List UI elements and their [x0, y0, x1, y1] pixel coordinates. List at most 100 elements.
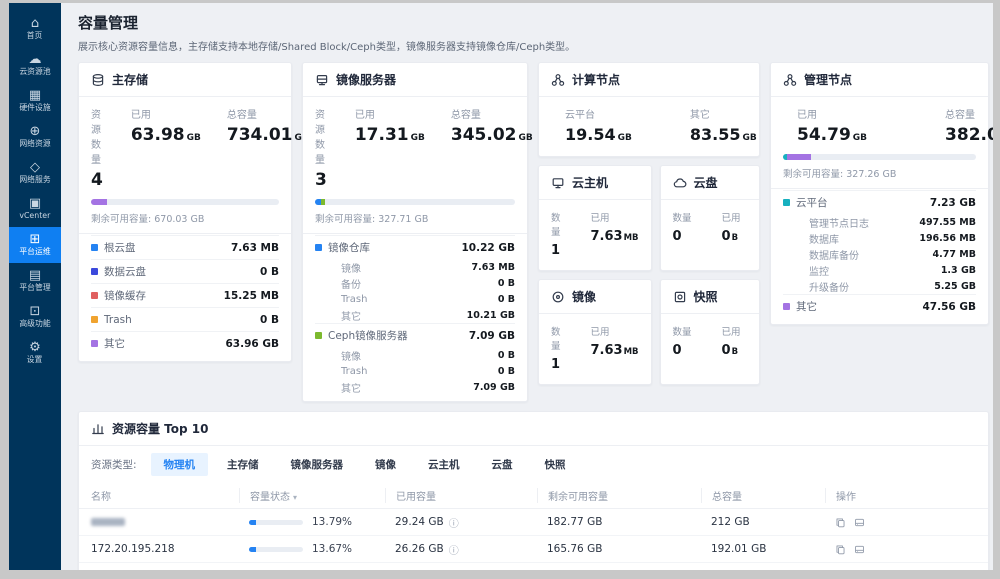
- resource-type-tab[interactable]: 镜像: [362, 453, 409, 476]
- col-capacity-status[interactable]: 容量状态▾: [239, 488, 385, 503]
- cluster-icon: [551, 73, 565, 87]
- breakdown-label: 备份: [341, 276, 498, 291]
- sidebar-item[interactable]: ▤ 平台管理: [9, 263, 61, 299]
- breakdown-label: Trash: [104, 314, 260, 326]
- sidebar-item-label: 硬件设施: [19, 105, 50, 113]
- bar-chart-icon: [91, 422, 105, 436]
- sidebar-item-label: 首页: [27, 33, 43, 41]
- card-title: 云主机: [572, 174, 608, 191]
- breakdown-row: 根云盘 7.63 MB: [91, 235, 279, 259]
- stat-used: 已用 0B: [722, 324, 741, 358]
- breakdown-value: 7.63 MB: [231, 242, 279, 254]
- app-window: ⌂ 首页 ☁ 云资源池 ▦ 硬件设施 ⊕ 网络资源 ◇ 网络服务: [9, 3, 993, 570]
- breakdown-value: 0 B: [498, 278, 515, 289]
- middle-column: 计算节点 云平台 19.54GB 其它 83.55GB: [538, 62, 760, 385]
- breakdown-value: 10.22 GB: [462, 242, 516, 254]
- sidebar-item[interactable]: ▣ vCenter: [9, 191, 61, 227]
- sidebar-item[interactable]: ⌂ 首页: [9, 11, 61, 47]
- usage-percent: 13.79%: [312, 516, 352, 528]
- page-title: 容量管理: [78, 12, 989, 33]
- resource-type-tab[interactable]: 云主机: [415, 453, 473, 476]
- breakdown-label: 数据库备份: [809, 247, 933, 262]
- breakdown-label: 数据云盘: [104, 264, 260, 279]
- legend-square: [328, 280, 335, 287]
- sort-caret-icon[interactable]: ▾: [293, 493, 297, 502]
- legend-square: [91, 268, 98, 275]
- stat-used: 已用 0B: [722, 210, 741, 244]
- breakdown-row: Ceph镜像服务器 7.09 GB: [315, 323, 515, 347]
- remaining-capacity: 剩余可用容量: 327.26 GB: [771, 166, 988, 189]
- breakdown-label: 镜像: [341, 348, 498, 363]
- sidebar-item[interactable]: ⊡ 高级功能: [9, 299, 61, 335]
- usage-percent: 13.67%: [312, 543, 352, 555]
- capacity-progress-bar: [315, 199, 515, 205]
- info-icon[interactable]: ⓘ: [449, 542, 459, 557]
- sidebar-item-label: 平台运维: [19, 249, 50, 257]
- breakdown-value: 7.09 GB: [473, 382, 515, 393]
- server-icon: [315, 73, 329, 87]
- sidebar-item[interactable]: ⊞ 平台运维: [9, 227, 61, 263]
- stat-count: 数量 1: [551, 324, 561, 372]
- table-row: Host-1 7.94% 15.25 GB ⓘ 176.76 GB 192.01…: [79, 563, 988, 570]
- resource-type-tab[interactable]: 主存储: [214, 453, 272, 476]
- breakdown-value: 0 B: [260, 266, 279, 278]
- col-ops: 操作: [825, 488, 976, 503]
- sidebar-item[interactable]: ⊕ 网络资源: [9, 119, 61, 155]
- storage-icon: [91, 73, 105, 87]
- legend-square: [315, 332, 322, 339]
- breakdown-row: 备份 0 B: [315, 275, 515, 291]
- breakdown-row: 数据库 196.56 MB: [783, 230, 976, 246]
- resource-type-tab[interactable]: 云盘: [479, 453, 526, 476]
- legend-square: [91, 292, 98, 299]
- sidebar-item-label: 云资源池: [19, 69, 50, 77]
- stat-count: 数量 0: [673, 210, 692, 244]
- breakdown-value: 7.09 GB: [469, 330, 515, 342]
- snapshot-icon: [673, 290, 687, 304]
- breakdown-label: 镜像缓存: [104, 288, 224, 303]
- breakdown-list: 镜像仓库 10.22 GB 镜像 7.63 MB 备份: [303, 234, 527, 401]
- sidebar-item[interactable]: ◇ 网络服务: [9, 155, 61, 191]
- sidebar-item[interactable]: ☁ 云资源池: [9, 47, 61, 83]
- cell-used: 15.25 GB ⓘ: [385, 569, 537, 571]
- sidebar-item[interactable]: ▦ 硬件设施: [9, 83, 61, 119]
- stat-count: 数量 1: [551, 210, 561, 258]
- col-total: 总容量: [701, 488, 825, 503]
- breakdown-row: 其它 10.21 GB: [315, 307, 515, 323]
- network-service-icon: ◇: [30, 161, 40, 174]
- breakdown-row: 数据库备份 4.77 MB: [783, 246, 976, 262]
- disk-drive-icon[interactable]: [854, 544, 865, 555]
- breakdown-row: 升级备份 5.25 GB: [783, 278, 976, 294]
- card-title: 主存储: [112, 71, 148, 88]
- cell-remaining: 182.77 GB: [537, 516, 701, 528]
- vm-icon: [551, 176, 565, 190]
- breakdown-value: 10.21 GB: [467, 310, 515, 321]
- col-remaining: 剩余可用容量: [537, 488, 701, 503]
- breakdown-label: 监控: [809, 263, 941, 278]
- resource-type-tab[interactable]: 镜像服务器: [278, 453, 357, 476]
- compute-node-card: 计算节点 云平台 19.54GB 其它 83.55GB: [538, 62, 760, 157]
- breakdown-value: 7.23 GB: [930, 197, 976, 209]
- info-icon[interactable]: ⓘ: [449, 569, 459, 571]
- resource-type-tab[interactable]: 快照: [532, 453, 579, 476]
- table-header: 名称 容量状态▾ 已用容量 剩余可用容量 总容量 操作: [79, 483, 988, 509]
- network-resource-icon: ⊕: [30, 125, 41, 138]
- cell-total: 192.01 GB: [701, 543, 825, 555]
- breakdown-label: 其它: [796, 299, 923, 314]
- resource-top10-card: 资源容量 Top 10 资源类型: 物理机 主存储 镜像服务器 镜像 云主机: [78, 411, 989, 570]
- disk-drive-icon[interactable]: [854, 517, 865, 528]
- vcenter-icon: ▣: [29, 197, 41, 210]
- card-title: 镜像服务器: [336, 71, 396, 88]
- copy-icon[interactable]: [835, 517, 846, 528]
- copy-icon[interactable]: [835, 544, 846, 555]
- vm-card: 云主机 数量 1 已用 7.63MB: [538, 165, 652, 271]
- capacity-cards-row: 主存储 资源数量 4 已用 63.98GB 总容量 734.01GB: [78, 62, 989, 402]
- resource-type-tab[interactable]: 物理机: [151, 453, 209, 476]
- sidebar-item[interactable]: ⚙ 设置: [9, 335, 61, 371]
- capacity-progress-bar: [91, 199, 279, 205]
- info-icon[interactable]: ⓘ: [449, 515, 459, 530]
- card-title: 快照: [694, 288, 718, 305]
- image-card: 镜像 数量 1 已用 7.63MB: [538, 279, 652, 385]
- card-title: 管理节点: [804, 71, 852, 88]
- advanced-icon: ⊡: [30, 305, 41, 318]
- resource-type-label: 资源类型:: [91, 457, 137, 472]
